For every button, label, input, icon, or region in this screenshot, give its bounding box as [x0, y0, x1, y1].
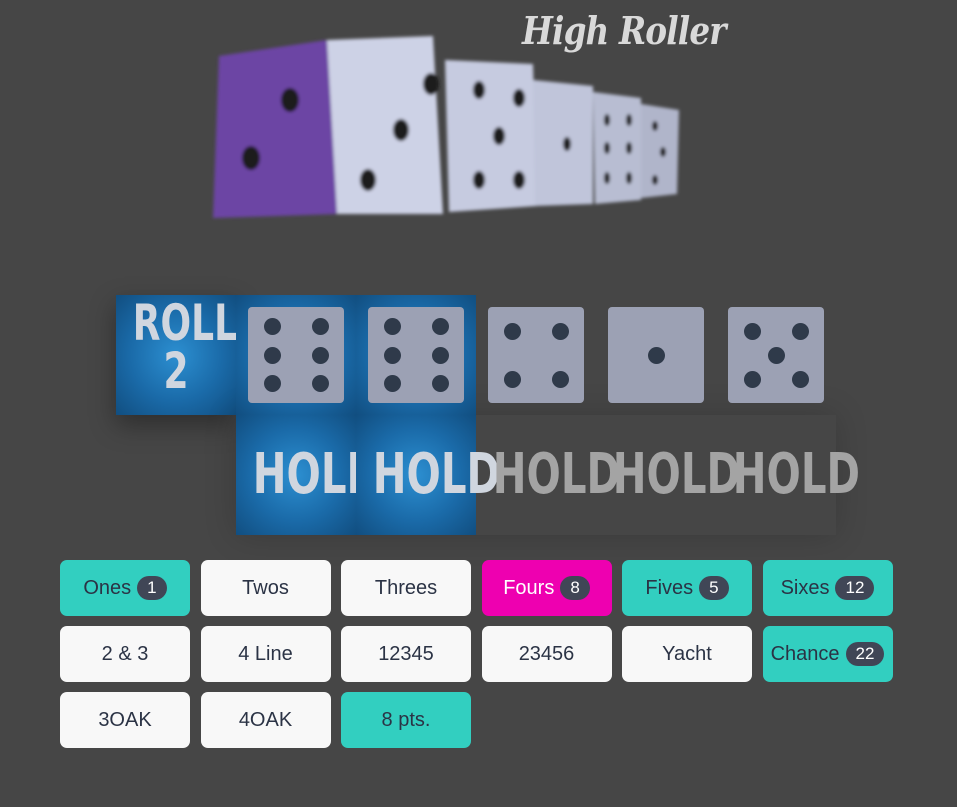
- die-pip: [647, 346, 665, 364]
- die-3[interactable]: [476, 295, 596, 415]
- category-2-3[interactable]: 2 & 3: [60, 626, 190, 682]
- die-pip: [263, 346, 281, 364]
- die-pip: [311, 317, 329, 335]
- category-label: 3OAK: [98, 708, 152, 731]
- category-label: 12345: [378, 642, 434, 665]
- die-pip: [431, 346, 449, 364]
- score-badge: 5: [699, 576, 729, 600]
- die-5[interactable]: [716, 295, 836, 415]
- score-badge: 8: [560, 576, 590, 600]
- category-4-line[interactable]: 4 Line: [200, 626, 331, 682]
- hold-button-2[interactable]: HOLD: [356, 415, 500, 535]
- die-4[interactable]: [596, 295, 716, 415]
- category-label: Twos: [242, 576, 289, 599]
- die-pip: [551, 370, 569, 388]
- hold-button-4[interactable]: HOLD: [596, 415, 740, 535]
- category-yacht[interactable]: Yacht: [622, 626, 752, 682]
- hold-label: HOLD: [732, 442, 860, 507]
- rolls-remaining: 2: [163, 342, 189, 400]
- die-face: [368, 307, 464, 403]
- die-face: [608, 307, 704, 403]
- die-pip: [743, 322, 761, 340]
- category-4oak[interactable]: 4OAK: [200, 692, 331, 748]
- category-label: Yacht: [662, 642, 712, 665]
- score-badge: 12: [835, 576, 875, 600]
- die-pip: [743, 370, 761, 388]
- category-label: 8 pts.: [381, 708, 431, 731]
- category-threes[interactable]: Threes: [341, 560, 471, 616]
- die-pip: [503, 322, 521, 340]
- die-pip: [431, 375, 449, 393]
- die-pip: [263, 375, 281, 393]
- hold-button-5[interactable]: HOLD: [716, 415, 860, 535]
- die-pip: [383, 317, 401, 335]
- category-chance[interactable]: Chance 22: [762, 626, 893, 682]
- die-pip: [263, 317, 281, 335]
- die-pip: [551, 322, 569, 340]
- category-label: Threes: [374, 576, 438, 599]
- die-face: [728, 307, 824, 403]
- hold-label: HOLD: [612, 442, 740, 507]
- category-ones[interactable]: Ones 1: [60, 560, 190, 616]
- hold-button-3[interactable]: HOLD: [476, 415, 620, 535]
- category-23456[interactable]: 23456: [481, 626, 612, 682]
- category-label: Ones: [83, 576, 132, 599]
- die-pip: [311, 375, 329, 393]
- score-badge: 22: [845, 642, 885, 666]
- category-label: Chance: [770, 642, 840, 665]
- die-face: [248, 307, 344, 403]
- die-pip: [791, 370, 809, 388]
- die-2[interactable]: [356, 295, 476, 415]
- die-pip: [311, 346, 329, 364]
- category-8-pts[interactable]: 8 pts.: [341, 692, 471, 748]
- category-label: 4 Line: [238, 642, 293, 665]
- category-3oak[interactable]: 3OAK: [60, 692, 190, 748]
- die-pip: [767, 346, 785, 364]
- die-pip: [383, 375, 401, 393]
- hold-label: HOLD: [492, 442, 620, 507]
- category-12345[interactable]: 12345: [341, 626, 471, 682]
- die-pip: [383, 346, 401, 364]
- roll-label-text: ROLL: [132, 294, 238, 352]
- hold-label: HOLD: [372, 442, 500, 507]
- roll-button[interactable]: ROLL 2: [116, 294, 238, 415]
- category-label: Fives: [645, 576, 694, 599]
- category-sixes[interactable]: Sixes 12: [762, 560, 893, 616]
- category-fives[interactable]: Fives 5: [622, 560, 752, 616]
- category-label: Sixes: [780, 576, 830, 599]
- category-fours[interactable]: Fours 8: [481, 560, 612, 616]
- dice-logo-image: [213, 36, 679, 218]
- hold-label: HOLD: [252, 442, 380, 507]
- category-label: Fours: [503, 576, 555, 599]
- category-label: 23456: [518, 642, 575, 665]
- die-pip: [431, 317, 449, 335]
- category-twos[interactable]: Twos: [200, 560, 331, 616]
- score-badge: 1: [137, 576, 167, 600]
- hold-button-1[interactable]: HOLD: [236, 415, 380, 535]
- die-pip: [791, 322, 809, 340]
- die-face: [488, 307, 584, 403]
- category-label: 2 & 3: [101, 642, 149, 665]
- category-label: 4OAK: [238, 708, 293, 731]
- roll-label: ROLL 2: [132, 294, 238, 400]
- die-pip: [503, 370, 521, 388]
- die-1[interactable]: [236, 295, 356, 415]
